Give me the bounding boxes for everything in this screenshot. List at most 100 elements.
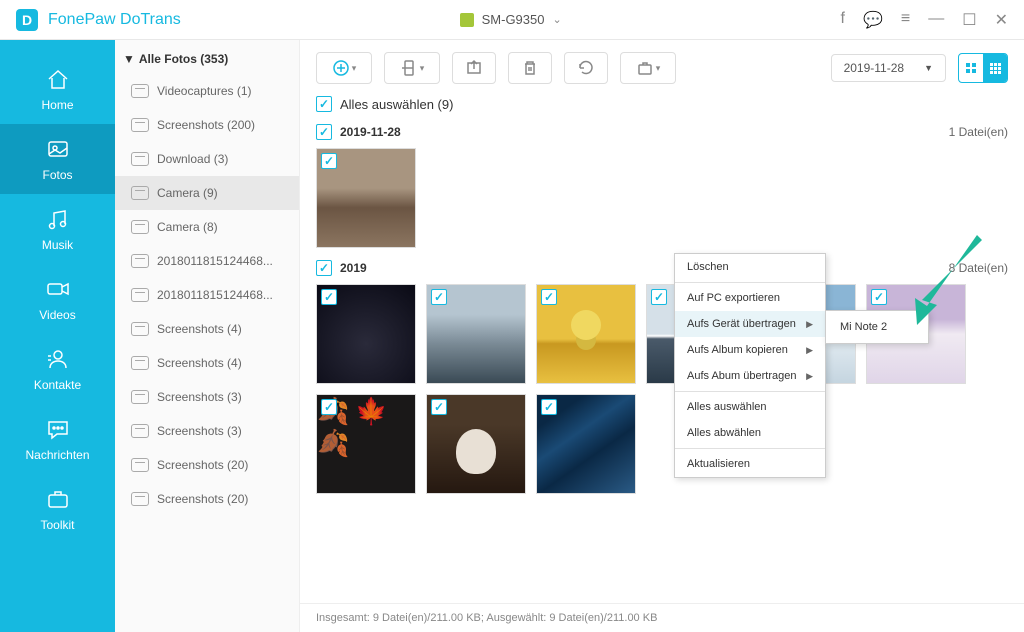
thumb-checkbox[interactable] — [871, 289, 887, 305]
contacts-icon — [45, 346, 71, 372]
device-selector[interactable]: SM-G9350 ⌄ — [448, 8, 574, 31]
folder-item[interactable]: Videocaptures (1) — [115, 74, 299, 108]
view-grid-large[interactable] — [959, 54, 983, 82]
minimize-icon[interactable]: — — [928, 10, 944, 30]
folder-item[interactable]: Screenshots (3) — [115, 414, 299, 448]
nav-label: Musik — [42, 238, 73, 252]
section-count: 8 Datei(en) — [949, 261, 1008, 275]
menu-refresh[interactable]: Aktualisieren — [675, 451, 825, 477]
nav-musik[interactable]: Musik — [0, 194, 115, 264]
folder-item[interactable]: Screenshots (200) — [115, 108, 299, 142]
folder-item[interactable]: Screenshots (4) — [115, 346, 299, 380]
folder-item[interactable]: 2018011815124468... — [115, 244, 299, 278]
submenu: Mi Note 2 — [825, 310, 929, 344]
folder-item[interactable]: Screenshots (20) — [115, 448, 299, 482]
nav-home[interactable]: Home — [0, 54, 115, 124]
app-logo-icon: D — [16, 9, 38, 31]
home-icon — [45, 66, 71, 92]
folder-label: Camera (9) — [157, 186, 218, 200]
caret-down-icon: ▼ — [123, 52, 135, 66]
folder-label: Screenshots (3) — [157, 424, 242, 438]
date-picker[interactable]: 2019-11-28 ▼ — [831, 54, 946, 82]
photo-thumbnail[interactable] — [316, 394, 416, 494]
submenu-label: Mi Note 2 — [840, 321, 887, 333]
toolbox-button[interactable]: ▾ — [620, 52, 676, 84]
photo-thumbnail[interactable] — [536, 394, 636, 494]
nav-label: Kontakte — [34, 378, 81, 392]
app-title: FonePaw DoTrans — [48, 11, 181, 29]
menu-copy-album[interactable]: Aufs Album kopieren▶ — [675, 337, 825, 363]
folder-icon — [131, 254, 149, 268]
chevron-down-icon: ▾ — [420, 63, 425, 74]
message-icon[interactable]: 💬 — [863, 10, 883, 30]
thumb-checkbox[interactable] — [321, 399, 337, 415]
export-device-button[interactable]: ▾ — [384, 52, 440, 84]
photo-thumbnail[interactable] — [426, 394, 526, 494]
menu-deselect-all[interactable]: Alles abwählen — [675, 420, 825, 446]
android-icon — [460, 13, 474, 27]
nav-label: Nachrichten — [25, 448, 89, 462]
refresh-button[interactable] — [564, 52, 608, 84]
nav-videos[interactable]: Videos — [0, 264, 115, 334]
delete-button[interactable] — [508, 52, 552, 84]
menu-select-all[interactable]: Alles auswählen — [675, 394, 825, 420]
menu-delete[interactable]: Löschen — [675, 254, 825, 280]
folder-item[interactable]: Camera (8) — [115, 210, 299, 244]
folder-item[interactable]: Screenshots (4) — [115, 312, 299, 346]
maximize-icon[interactable]: ☐ — [962, 10, 976, 30]
menu-separator — [675, 391, 825, 392]
section-checkbox[interactable] — [316, 124, 332, 140]
export-button[interactable] — [452, 52, 496, 84]
folder-item[interactable]: Screenshots (3) — [115, 380, 299, 414]
menu-label: Alles abwählen — [687, 427, 761, 439]
nav-fotos[interactable]: Fotos — [0, 124, 115, 194]
select-all-row[interactable]: Alles auswählen (9) — [300, 92, 1024, 124]
folder-icon — [131, 220, 149, 234]
folder-item[interactable]: Camera (9) — [115, 176, 299, 210]
add-button[interactable]: ▾ — [316, 52, 372, 84]
chevron-down-icon: ▾ — [656, 63, 661, 74]
thumb-checkbox[interactable] — [431, 399, 447, 415]
section-header[interactable]: 2019 8 Datei(en) — [316, 260, 1008, 276]
menu-export-pc[interactable]: Auf PC exportieren — [675, 285, 825, 311]
section-checkbox[interactable] — [316, 260, 332, 276]
close-icon[interactable]: ✕ — [995, 10, 1008, 30]
thumb-checkbox[interactable] — [541, 289, 557, 305]
menu-move-album[interactable]: Aufs Abum übertragen▶ — [675, 363, 825, 389]
feedback-icon[interactable]: f — [841, 10, 845, 30]
folder-label: Screenshots (20) — [157, 458, 248, 472]
menu-icon[interactable]: ≡ — [901, 10, 910, 30]
folder-label: Screenshots (3) — [157, 390, 242, 404]
select-all-checkbox[interactable] — [316, 96, 332, 112]
section-header[interactable]: 2019-11-28 1 Datei(en) — [316, 124, 1008, 140]
submenu-arrow-icon: ▶ — [806, 319, 813, 330]
thumb-checkbox[interactable] — [541, 399, 557, 415]
folder-item[interactable]: 2018011815124468... — [115, 278, 299, 312]
section-date: 2019-11-28 — [340, 125, 401, 139]
nav-label: Home — [41, 98, 73, 112]
folder-item[interactable]: Download (3) — [115, 142, 299, 176]
chevron-down-icon: ▾ — [352, 63, 357, 74]
folder-icon — [131, 390, 149, 404]
folder-header[interactable]: ▼ Alle Fotos (353) — [115, 40, 299, 74]
thumb-checkbox[interactable] — [321, 153, 337, 169]
folder-icon — [131, 356, 149, 370]
thumb-checkbox[interactable] — [651, 289, 667, 305]
nav-toolkit[interactable]: Toolkit — [0, 474, 115, 544]
submenu-device[interactable]: Mi Note 2 — [826, 317, 928, 337]
thumb-checkbox[interactable] — [431, 289, 447, 305]
phone-export-icon — [400, 59, 418, 77]
photo-thumbnail[interactable] — [316, 284, 416, 384]
photo-thumbnail[interactable] — [426, 284, 526, 384]
folder-header-label: Alle Fotos (353) — [139, 52, 228, 66]
nav-kontakte[interactable]: Kontakte — [0, 334, 115, 404]
thumb-checkbox[interactable] — [321, 289, 337, 305]
nav-nachrichten[interactable]: Nachrichten — [0, 404, 115, 474]
view-grid-small[interactable] — [983, 54, 1007, 82]
folder-icon — [131, 186, 149, 200]
photo-thumbnail[interactable] — [536, 284, 636, 384]
photo-thumbnail[interactable] — [316, 148, 416, 248]
folder-item[interactable]: Screenshots (20) — [115, 482, 299, 516]
menu-label: Aktualisieren — [687, 458, 750, 470]
menu-transfer-device[interactable]: Aufs Gerät übertragen▶ — [675, 311, 825, 337]
